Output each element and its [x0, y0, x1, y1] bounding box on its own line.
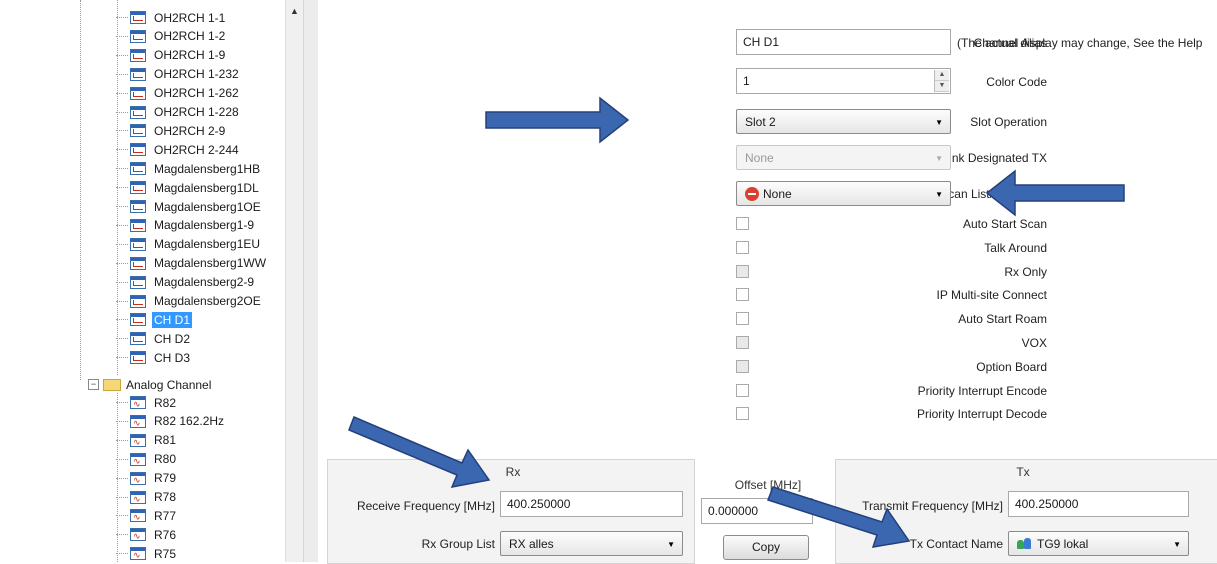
arrow-to-slot-operation — [485, 96, 630, 144]
arrow-to-scan-list — [985, 169, 1125, 217]
annotation-arrows — [348, 96, 1125, 548]
arrow-to-tx-contact — [767, 486, 911, 548]
arrow-to-rx-frequency — [348, 416, 491, 488]
